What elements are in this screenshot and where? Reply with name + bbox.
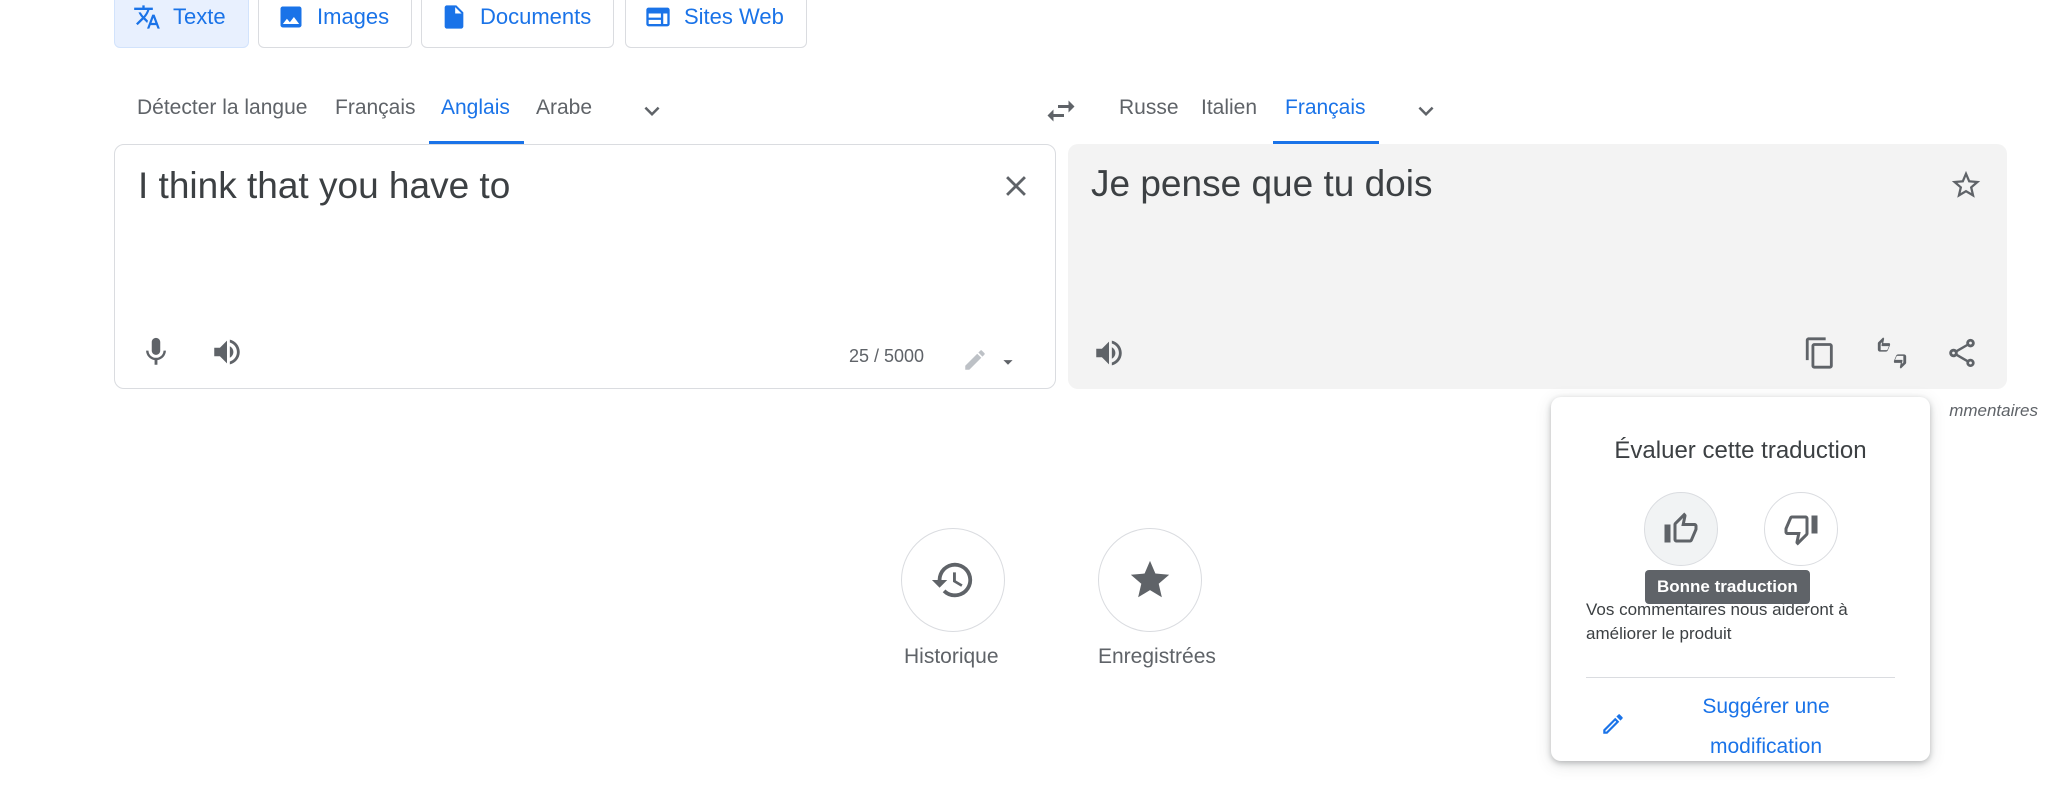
chevron-down-icon [637, 96, 667, 126]
swap-languages-button[interactable] [1043, 93, 1079, 129]
popup-divider [1586, 677, 1895, 678]
target-text-panel: Je pense que tu dois [1068, 144, 2007, 389]
saved-button[interactable] [1098, 528, 1202, 632]
thumbs-up-down-icon [1875, 336, 1909, 370]
rate-translation-popup: Évaluer cette traduction Vos commentaire… [1551, 397, 1930, 761]
suggest-edit-button[interactable]: Suggérer une modification [1586, 685, 1896, 761]
clear-source-button[interactable] [999, 169, 1033, 203]
copy-icon [1803, 336, 1837, 370]
source-lang-detect[interactable]: Détecter la langue [137, 96, 307, 120]
handwriting-button[interactable] [962, 347, 988, 373]
microphone-icon [139, 335, 173, 369]
close-icon [999, 169, 1033, 203]
history-icon [930, 557, 976, 603]
send-feedback-link[interactable]: mmentaires [1949, 401, 2038, 421]
history-button[interactable] [901, 528, 1005, 632]
popup-title: Évaluer cette traduction [1614, 437, 1867, 464]
tab-documents[interactable]: Documents [421, 0, 615, 48]
thumbs-up-icon [1663, 511, 1699, 547]
target-lang-italian[interactable]: Italien [1201, 96, 1257, 120]
source-lang-arabic[interactable]: Arabe [536, 96, 592, 120]
source-lang-french[interactable]: Français [335, 96, 416, 120]
translation-output: Je pense que tu dois [1091, 163, 1433, 204]
popup-description: Vos commentaires nous aideront à amélior… [1586, 600, 1848, 643]
tab-websites-label: Sites Web [684, 4, 784, 29]
document-icon [440, 3, 468, 31]
thumbs-down-icon [1783, 511, 1819, 547]
chevron-down-icon [1411, 96, 1441, 126]
source-textarea[interactable]: I think that you have to [138, 165, 510, 207]
history-label: Historique [904, 645, 999, 668]
speaker-icon [210, 335, 244, 369]
share-icon [1945, 336, 1979, 370]
tab-images-label: Images [317, 4, 390, 29]
tab-text-label: Texte [173, 4, 226, 29]
star-outline-icon [1949, 168, 1983, 202]
tab-websites[interactable]: Sites Web [625, 0, 807, 48]
target-lang-french[interactable]: Français [1285, 96, 1366, 120]
source-lang-english[interactable]: Anglais [441, 96, 510, 120]
web-icon [644, 3, 672, 31]
character-counter: 25 / 5000 [849, 346, 925, 366]
speaker-icon [1092, 336, 1126, 370]
image-icon [277, 3, 305, 31]
pencil-icon [962, 347, 988, 373]
saved-label: Enregistrées [1098, 645, 1216, 668]
save-translation-button[interactable] [1949, 168, 1983, 202]
suggest-edit-label: Suggérer une modification [1702, 695, 1830, 758]
rate-translation-button[interactable] [1875, 336, 1909, 370]
source-lang-more-button[interactable] [637, 96, 667, 126]
swap-icon [1043, 93, 1079, 129]
share-translation-button[interactable] [1945, 336, 1979, 370]
target-lang-russian[interactable]: Russe [1119, 96, 1179, 120]
bad-translation-button[interactable] [1764, 492, 1838, 566]
listen-source-button[interactable] [210, 335, 244, 369]
good-translation-tooltip: Bonne traduction [1645, 570, 1810, 604]
tab-images[interactable]: Images [258, 0, 413, 48]
tab-documents-label: Documents [480, 4, 592, 29]
microphone-button[interactable] [139, 335, 173, 369]
input-tools-dropdown[interactable] [997, 351, 1019, 373]
source-text-panel: I think that you have to 25 / 5000 [114, 144, 1056, 389]
tab-text[interactable]: Texte [114, 0, 249, 48]
target-lang-more-button[interactable] [1411, 96, 1441, 126]
star-icon [1127, 557, 1173, 603]
caret-down-icon [997, 351, 1019, 373]
copy-translation-button[interactable] [1803, 336, 1837, 370]
translate-icon [133, 3, 161, 31]
good-translation-button[interactable] [1644, 492, 1718, 566]
listen-translation-button[interactable] [1092, 336, 1126, 370]
